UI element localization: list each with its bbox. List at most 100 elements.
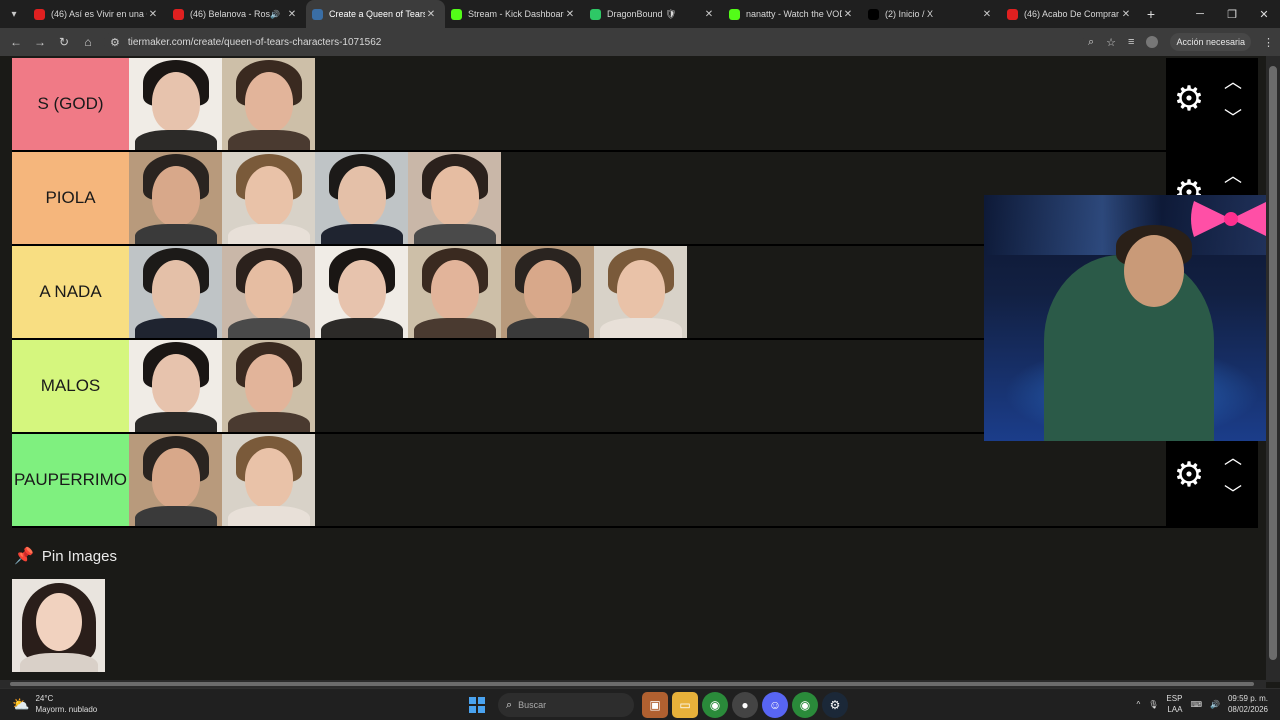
obs-icon[interactable]: ● [732, 692, 758, 718]
tab-title: (46) Belanova - Rosa [190, 9, 271, 19]
tab-search-chevron-icon[interactable]: ▾ [0, 0, 28, 28]
character-image[interactable] [222, 340, 315, 432]
url-text: tiermaker.com/create/queen-of-tears-char… [127, 36, 382, 48]
browser-tab[interactable]: DragonBound 🛡 ✕ [584, 0, 723, 28]
browser-tab[interactable]: Create a Queen of Tears C✕ [306, 0, 445, 28]
tab-close-icon[interactable]: ✕ [286, 9, 298, 20]
windows-taskbar: ⛅ 24°C Mayorm. nublado ⌕ Buscar ▣ ▭ ◉ ● … [0, 688, 1280, 720]
tiermaker-page: S (GOD)⚙︿﹀PIOLA⚙︿﹀A NADA⚙︿﹀MALOS⚙︿﹀PAUPE… [0, 56, 1280, 682]
search-icon: ⌕ [506, 698, 513, 711]
character-image[interactable] [129, 340, 222, 432]
tab-title: nanatty - Watch the VOD [746, 9, 842, 19]
close-window-icon[interactable]: ✕ [1248, 0, 1280, 28]
character-image[interactable] [222, 246, 315, 338]
tab-close-icon[interactable]: ✕ [147, 9, 159, 20]
chrome-profile-icon[interactable]: ◉ [792, 692, 818, 718]
chevron-up-icon[interactable]: ︿ [1224, 162, 1242, 188]
character-image[interactable] [408, 246, 501, 338]
clock-date: 08/02/2026 [1227, 705, 1268, 714]
weather-widget[interactable]: ⛅ 24°C Mayorm. nublado [12, 693, 97, 715]
character-image[interactable] [129, 152, 222, 244]
browser-tab[interactable]: (46) Así es Vivir en una Ca✕ [28, 0, 167, 28]
new-tab-button[interactable]: + [1140, 6, 1162, 22]
maximize-icon[interactable]: ❐ [1216, 0, 1248, 28]
taskbar-app-game-icon[interactable]: ▣ [642, 692, 668, 718]
pinned-character-image[interactable] [12, 579, 105, 672]
character-image[interactable] [222, 58, 315, 150]
character-image[interactable] [222, 434, 315, 526]
network-icon[interactable]: ⌨ [1190, 700, 1202, 709]
chrome-icon[interactable]: ◉ [702, 692, 728, 718]
tier-row: S (GOD) ⚙ ︿ ﹀ [12, 58, 1258, 152]
profile-action-button[interactable]: Acción necesaria [1170, 33, 1251, 51]
clock[interactable]: 09:59 p. m. 08/02/2026 [1228, 693, 1268, 715]
horizontal-scrollbar[interactable] [0, 680, 1266, 688]
volume-icon[interactable]: 🔊 [1210, 700, 1220, 709]
chevron-down-icon[interactable]: ﹀ [1224, 480, 1242, 506]
character-image[interactable] [129, 434, 222, 526]
tier-label[interactable]: PAUPERRIMO [12, 434, 129, 526]
browser-tab[interactable]: (46) Belanova - Rosa 🔊 ✕ [167, 0, 306, 28]
tier-label[interactable]: A NADA [12, 246, 129, 338]
tab-close-icon[interactable]: ✕ [564, 9, 576, 20]
system-tray: ^ 🎙 ESP LAA ⌨ 🔊 09:59 p. m. 08/02/2026 [1133, 693, 1273, 715]
tier-label[interactable]: MALOS [12, 340, 129, 432]
browser-tab[interactable]: (46) Acabo De Comprar ✕ [1001, 0, 1140, 28]
gear-icon[interactable]: ⚙ [1172, 82, 1206, 116]
vertical-scrollbar[interactable] [1266, 56, 1280, 682]
chevron-down-icon[interactable]: ﹀ [1224, 104, 1242, 130]
tab-close-icon[interactable]: ✕ [842, 9, 854, 20]
character-image[interactable] [501, 246, 594, 338]
tab-close-icon[interactable]: ✕ [425, 9, 437, 20]
tab-favicon-icon [312, 8, 323, 20]
media-control-icon[interactable]: ≡ [1128, 36, 1134, 48]
character-image[interactable] [129, 58, 222, 150]
back-icon[interactable]: ← [4, 30, 28, 54]
character-image[interactable] [594, 246, 687, 338]
browser-tab[interactable]: Stream - Kick Dashboard ✕ [445, 0, 584, 28]
kebab-menu-icon[interactable]: ⋮ [1263, 36, 1274, 49]
tier-items [129, 152, 501, 244]
character-image[interactable] [315, 152, 408, 244]
tier-items [129, 246, 687, 338]
language-indicator[interactable]: ESP LAA [1166, 693, 1182, 715]
weather-temp: 24°C [35, 694, 54, 703]
reload-icon[interactable]: ↻ [52, 30, 76, 54]
tab-close-icon[interactable]: ✕ [981, 9, 993, 20]
character-image[interactable] [222, 152, 315, 244]
search-placeholder: Buscar [518, 700, 547, 710]
character-image[interactable] [315, 246, 408, 338]
site-info-icon[interactable]: ⚙ [110, 36, 120, 49]
bookmark-star-icon[interactable]: ☆ [1106, 36, 1116, 49]
browser-tab[interactable]: (2) Inicio / X ✕ [862, 0, 1001, 28]
taskbar-search[interactable]: ⌕ Buscar [498, 693, 634, 717]
browser-tab[interactable]: nanatty - Watch the VOD ✕ [723, 0, 862, 28]
forward-icon[interactable]: → [28, 30, 52, 54]
mic-icon[interactable]: 🎙 [1148, 700, 1158, 709]
tier-label[interactable]: PIOLA [12, 152, 129, 244]
profile-avatar[interactable] [1146, 36, 1159, 48]
start-button[interactable] [466, 694, 488, 716]
address-bar[interactable]: ⚙ tiermaker.com/create/queen-of-tears-ch… [104, 31, 1084, 53]
tab-title: (2) Inicio / X [885, 9, 934, 19]
tab-favicon-icon [451, 8, 462, 20]
tab-close-icon[interactable]: ✕ [1120, 9, 1132, 20]
tray-chevron-icon[interactable]: ^ [1137, 700, 1141, 709]
character-image[interactable] [408, 152, 501, 244]
tab-close-icon[interactable]: ✕ [703, 9, 715, 20]
tab-favicon-icon [1007, 8, 1018, 20]
home-icon[interactable]: ⌂ [76, 30, 100, 54]
tab-audio-icon[interactable]: 🔊 [270, 10, 280, 19]
chevron-up-icon[interactable]: ︿ [1224, 68, 1242, 94]
chevron-up-icon[interactable]: ︿ [1224, 444, 1242, 470]
discord-icon[interactable]: ☺ [762, 692, 788, 718]
pin-images-header: 📌 Pin Images [14, 546, 117, 566]
gear-icon[interactable]: ⚙ [1172, 458, 1206, 492]
minimize-icon[interactable]: ─ [1184, 0, 1216, 28]
character-image[interactable] [129, 246, 222, 338]
weather-desc: Mayorm. nublado [35, 705, 98, 714]
zoom-icon[interactable]: ⌕ [1088, 36, 1094, 49]
file-explorer-icon[interactable]: ▭ [672, 692, 698, 718]
tier-label[interactable]: S (GOD) [12, 58, 129, 150]
steam-icon[interactable]: ⚙ [822, 692, 848, 718]
